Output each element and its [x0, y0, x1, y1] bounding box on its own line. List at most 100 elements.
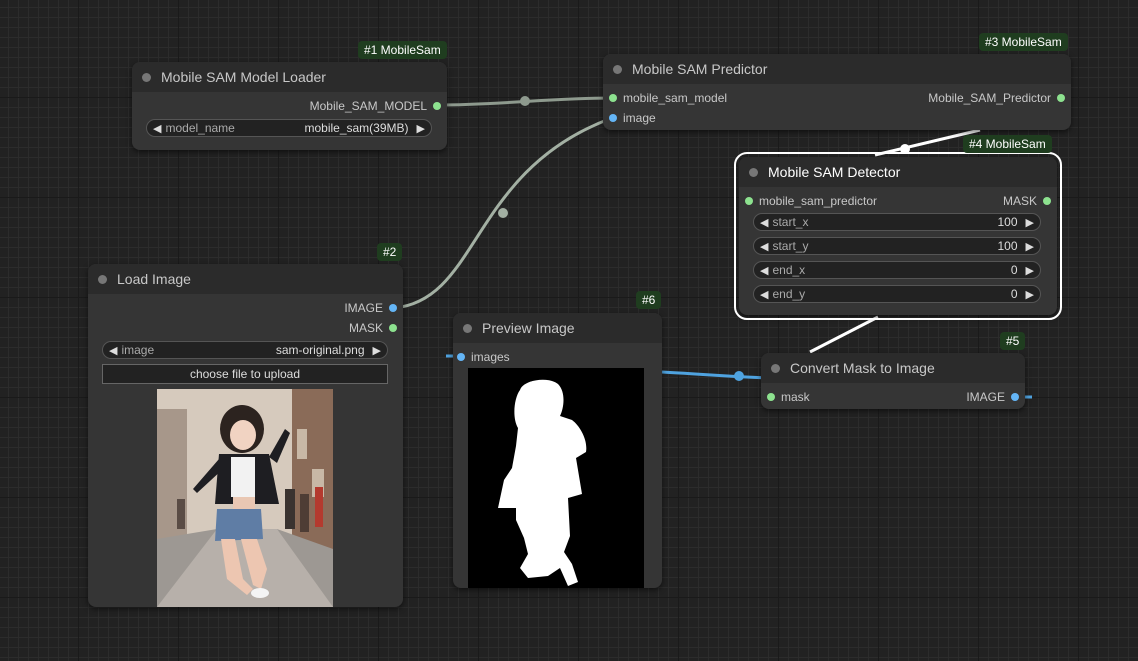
convert-mask-node[interactable]: Convert Mask to Image mask IMAGE: [761, 353, 1025, 409]
link-midpoint[interactable]: [520, 96, 530, 106]
photo-illustration: [157, 389, 333, 607]
slot-label: images: [471, 350, 510, 364]
widget-value: mobile_sam(39MB): [304, 121, 409, 135]
model-loader-node[interactable]: Mobile SAM Model Loader Mobile_SAM_MODEL…: [132, 62, 447, 150]
slot-connector[interactable]: [609, 94, 617, 102]
collapse-toggle[interactable]: [98, 274, 107, 284]
collapse-toggle[interactable]: [749, 167, 758, 177]
node-header[interactable]: Convert Mask to Image: [761, 353, 1025, 383]
slot-label: Mobile_SAM_Predictor: [928, 91, 1051, 105]
node-header[interactable]: Mobile SAM Detector: [739, 157, 1057, 187]
right-arrow-icon[interactable]: ▶: [1026, 216, 1034, 229]
node-badge: #5: [1000, 332, 1026, 350]
node-header[interactable]: Mobile SAM Predictor: [603, 54, 1071, 84]
slot-label: MASK: [348, 321, 383, 335]
node-title: Convert Mask to Image: [790, 360, 935, 376]
node-badge: #6: [636, 291, 662, 309]
link-midpoint[interactable]: [900, 144, 910, 154]
slot-connector[interactable]: [389, 304, 397, 312]
left-arrow-icon[interactable]: ◀: [760, 216, 768, 229]
node-title: Mobile SAM Predictor: [632, 61, 768, 77]
input-slot-images[interactable]: images: [457, 350, 510, 364]
right-arrow-icon[interactable]: ▶: [373, 344, 381, 357]
slot-connector[interactable]: [767, 393, 775, 401]
widget-name: model_name: [165, 121, 235, 135]
link-model-to-predictor[interactable]: [436, 96, 613, 107]
node-badge: #4 MobileSam: [963, 135, 1052, 153]
output-slot-mobile-sam-model[interactable]: Mobile_SAM_MODEL: [310, 99, 441, 113]
left-arrow-icon[interactable]: ◀: [760, 240, 768, 253]
mask-silhouette: [498, 379, 587, 586]
widget-value: sam-original.png: [275, 343, 365, 357]
output-slot-image[interactable]: IMAGE: [344, 301, 397, 315]
image-combo[interactable]: ◀ image sam-original.png ▶: [102, 341, 388, 359]
end-x-number[interactable]: ◀ end_x 0 ▶: [753, 261, 1041, 279]
loaded-image-preview: [157, 389, 333, 607]
node-header[interactable]: Load Image: [88, 264, 403, 294]
slot-connector[interactable]: [457, 353, 465, 361]
right-arrow-icon[interactable]: ▶: [417, 122, 425, 135]
node-badge: #2: [377, 243, 403, 261]
slot-connector[interactable]: [1057, 94, 1065, 102]
slot-connector[interactable]: [1043, 197, 1051, 205]
node-badge: #3 MobileSam: [979, 33, 1068, 51]
widget-value: 100: [997, 215, 1018, 229]
right-arrow-icon[interactable]: ▶: [1026, 264, 1034, 277]
widget-name: end_y: [772, 287, 806, 301]
node-header[interactable]: Preview Image: [453, 313, 662, 343]
left-arrow-icon[interactable]: ◀: [109, 344, 117, 357]
slot-label: mobile_sam_predictor: [759, 194, 878, 208]
node-title: Load Image: [117, 271, 191, 287]
slot-label: IMAGE: [966, 390, 1005, 404]
slot-label: IMAGE: [344, 301, 383, 315]
start-y-number[interactable]: ◀ start_y 100 ▶: [753, 237, 1041, 255]
link-midpoint[interactable]: [734, 371, 744, 381]
slot-label: image: [623, 111, 656, 125]
input-slot-mobile-sam-predictor[interactable]: mobile_sam_predictor: [745, 194, 877, 208]
output-slot-mobile-sam-predictor[interactable]: Mobile_SAM_Predictor: [928, 91, 1065, 105]
predictor-node[interactable]: Mobile SAM Predictor mobile_sam_model im…: [603, 54, 1071, 130]
load-image-node[interactable]: Load Image IMAGE MASK ◀ image sam-origin…: [88, 264, 403, 607]
mask-preview: [468, 368, 644, 588]
collapse-toggle[interactable]: [142, 72, 151, 82]
input-slot-mask[interactable]: mask: [767, 390, 810, 404]
right-arrow-icon[interactable]: ▶: [1026, 288, 1034, 301]
slot-connector[interactable]: [609, 114, 617, 122]
slot-label: MASK: [1002, 194, 1037, 208]
widget-name: image: [121, 343, 155, 357]
slot-connector[interactable]: [389, 324, 397, 332]
node-title: Mobile SAM Model Loader: [161, 69, 326, 85]
slot-connector[interactable]: [745, 197, 753, 205]
node-badge: #1 MobileSam: [358, 41, 447, 59]
start-x-number[interactable]: ◀ start_x 100 ▶: [753, 213, 1041, 231]
end-y-number[interactable]: ◀ end_y 0 ▶: [753, 285, 1041, 303]
node-header[interactable]: Mobile SAM Model Loader: [132, 62, 447, 92]
slot-label: Mobile_SAM_MODEL: [309, 99, 427, 113]
link-convert-to-preview[interactable]: [661, 370, 769, 380]
left-arrow-icon[interactable]: ◀: [760, 264, 768, 277]
collapse-toggle[interactable]: [463, 323, 472, 333]
node-title: Mobile SAM Detector: [768, 164, 901, 180]
input-slot-image[interactable]: image: [609, 111, 656, 125]
widget-name: start_x: [772, 215, 809, 229]
left-arrow-icon[interactable]: ◀: [760, 288, 768, 301]
widget-name: start_y: [772, 239, 809, 253]
model-name-combo[interactable]: ◀ model_name mobile_sam(39MB) ▶: [146, 119, 432, 137]
slot-connector[interactable]: [1011, 393, 1019, 401]
slot-connector[interactable]: [433, 102, 441, 110]
output-slot-mask[interactable]: MASK: [349, 321, 397, 335]
output-slot-mask[interactable]: MASK: [1003, 194, 1051, 208]
output-slot-image[interactable]: IMAGE: [966, 390, 1019, 404]
collapse-toggle[interactable]: [771, 363, 780, 373]
upload-button[interactable]: choose file to upload: [102, 364, 388, 384]
slot-label: mobile_sam_model: [623, 91, 728, 105]
right-arrow-icon[interactable]: ▶: [1026, 240, 1034, 253]
link-detector-to-convert[interactable]: [809, 315, 879, 354]
collapse-toggle[interactable]: [613, 64, 622, 74]
detector-node[interactable]: Mobile SAM Detector mobile_sam_predictor…: [734, 152, 1062, 320]
preview-image-node[interactable]: Preview Image images: [453, 313, 662, 588]
link-midpoint[interactable]: [498, 208, 508, 218]
left-arrow-icon[interactable]: ◀: [153, 122, 161, 135]
node-title: Preview Image: [482, 320, 575, 336]
input-slot-mobile-sam-model[interactable]: mobile_sam_model: [609, 91, 727, 105]
